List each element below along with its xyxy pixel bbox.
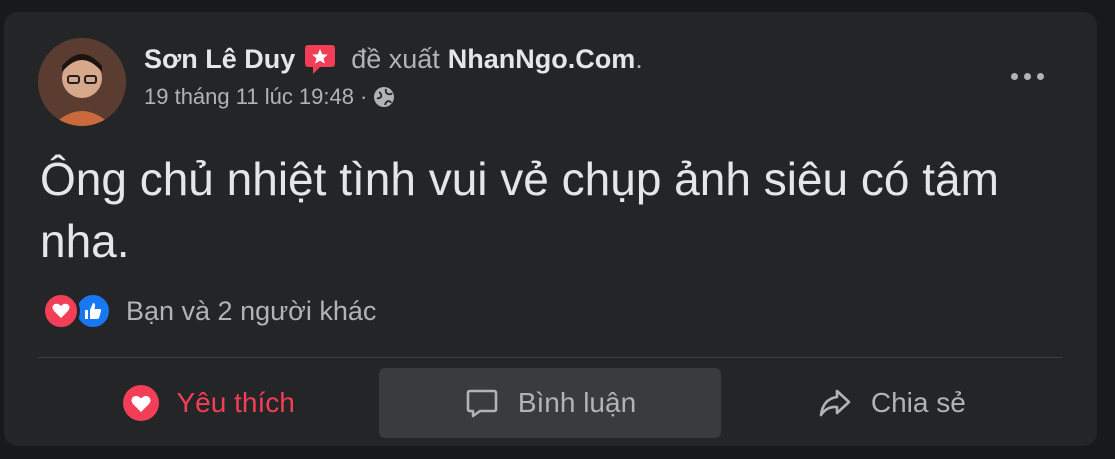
reactions-summary[interactable]: Bạn và 2 người khác (42, 292, 376, 330)
more-dot-icon (1023, 72, 1031, 80)
share-label: Chia sẻ (870, 387, 966, 418)
post-timestamp[interactable]: 19 tháng 11 lúc 19:48 (144, 84, 354, 110)
action-bar: Yêu thích Bình luận Chia sẻ (38, 368, 1062, 438)
more-options-button[interactable] (1003, 58, 1051, 94)
divider (38, 357, 1062, 358)
author-avatar[interactable] (38, 38, 126, 126)
recommend-text: đề xuất (351, 43, 440, 74)
page-name-suffix: . (635, 43, 643, 74)
post-meta: 19 tháng 11 lúc 19:48 · (144, 84, 395, 110)
post-card: Sơn Lê Duy đề xuất NhanNgo.Com . 19 thán… (4, 12, 1097, 446)
author-name[interactable]: Sơn Lê Duy (144, 44, 295, 75)
comment-label: Bình luận (517, 387, 637, 418)
heart-icon (122, 385, 159, 421)
recommendation-star-icon (303, 42, 337, 76)
reactions-text[interactable]: Bạn và 2 người khác (126, 296, 376, 327)
post-body: Ông chủ nhiệt tình vui vẻ chụp ảnh siêu … (40, 153, 999, 267)
globe-icon (373, 86, 395, 108)
more-dot-icon (1036, 72, 1044, 80)
meta-separator: · (360, 84, 368, 109)
love-reaction-icon (42, 292, 80, 330)
more-dot-icon (1010, 72, 1018, 80)
like-label: Yêu thích (176, 387, 295, 418)
like-button[interactable]: Yêu thích (38, 368, 379, 438)
share-button[interactable]: Chia sẻ (721, 368, 1062, 438)
comment-icon (466, 389, 498, 418)
page-name-link[interactable]: NhanNgo.Com (448, 44, 635, 75)
author-line: Sơn Lê Duy đề xuất NhanNgo.Com . (144, 42, 643, 76)
comment-button[interactable]: Bình luận (379, 368, 721, 438)
share-icon (819, 389, 851, 417)
